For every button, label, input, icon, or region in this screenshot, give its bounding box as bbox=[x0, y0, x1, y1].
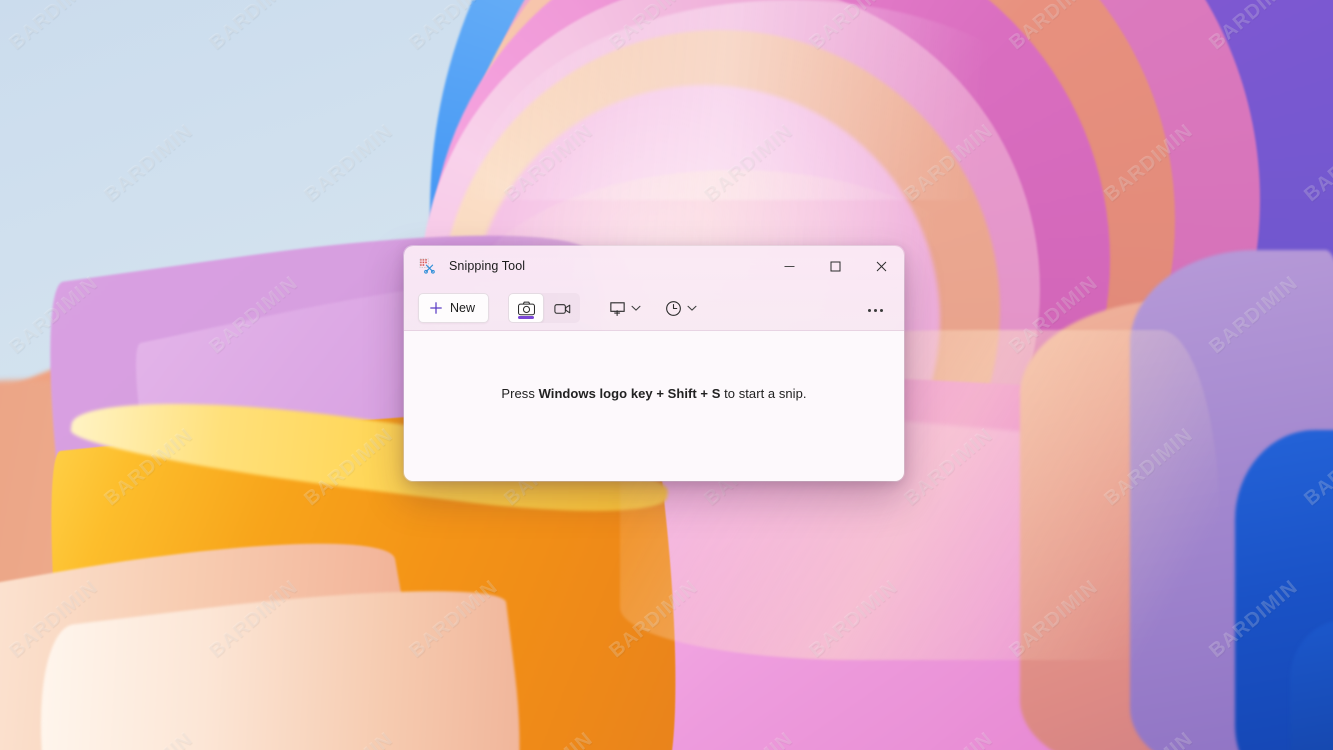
toolbar: New bbox=[404, 286, 904, 330]
watermark-text: BARDIMIN bbox=[1205, 0, 1303, 55]
rectangle-snip-icon bbox=[610, 301, 625, 316]
wallpaper-wedge-violet-mid bbox=[560, 450, 1080, 750]
watermark-text: BARDIMIN bbox=[700, 119, 798, 207]
watermark-text: BARDIMIN bbox=[300, 423, 398, 511]
watermark-text: BARDIMIN bbox=[1100, 423, 1198, 511]
watermark-text: BARDIMIN bbox=[405, 575, 503, 663]
watermark-text: BARDIMIN bbox=[1300, 728, 1333, 750]
watermark-text: BARDIMIN bbox=[1100, 119, 1198, 207]
wallpaper-warm-field-2 bbox=[0, 380, 360, 750]
title-bar[interactable]: Snipping Tool bbox=[404, 246, 904, 286]
watermark-text: BARDIMIN bbox=[1005, 271, 1103, 359]
watermark-text: BARDIMIN bbox=[205, 271, 303, 359]
watermark-text: BARDIMIN bbox=[1205, 575, 1303, 663]
wallpaper-band-blue bbox=[1235, 430, 1333, 750]
watermark-text: BARDIMIN bbox=[5, 0, 103, 55]
watermark-text: BARDIMIN bbox=[300, 119, 398, 207]
capture-mode-group bbox=[508, 293, 581, 323]
record-mode-button[interactable] bbox=[544, 293, 580, 323]
watermark-text: BARDIMIN bbox=[1205, 271, 1303, 359]
watermark-text: BARDIMIN bbox=[1100, 728, 1198, 750]
watermark-text: BARDIMIN bbox=[5, 575, 103, 663]
watermark-text: BARDIMIN bbox=[100, 728, 198, 750]
window-chrome: Snipping Tool New bbox=[404, 246, 904, 331]
see-more-button[interactable] bbox=[860, 293, 890, 323]
hint-shortcut: Windows logo key + Shift + S bbox=[538, 386, 721, 401]
new-snip-button-label: New bbox=[450, 301, 476, 315]
close-icon bbox=[876, 261, 886, 271]
snipping-mode-dropdown[interactable] bbox=[602, 293, 646, 323]
wallpaper-band-purple-right bbox=[1130, 250, 1333, 750]
watermark-text: BARDIMIN bbox=[1005, 575, 1103, 663]
snip-hint-text: Press Windows logo key + Shift + S to st… bbox=[501, 386, 806, 401]
watermark-text: BARDIMIN bbox=[1300, 119, 1333, 207]
snipping-tool-window[interactable]: Snipping Tool New Press Windows logo key… bbox=[404, 246, 904, 481]
maximize-icon bbox=[830, 261, 840, 271]
wallpaper-band-blue-2 bbox=[1290, 620, 1333, 750]
desktop[interactable]: BARDIMIN BARDIMIN BARDIMIN BARDIMIN BARDIMIN… bbox=[0, 0, 1333, 750]
watermark-text: BARDIMIN bbox=[1300, 423, 1333, 511]
hint-suffix: to start a snip. bbox=[720, 386, 807, 401]
watermark-text: BARDIMIN bbox=[1005, 0, 1103, 55]
new-snip-button[interactable]: New bbox=[418, 293, 490, 323]
watermark-text: BARDIMIN bbox=[205, 0, 303, 55]
watermark-text: BARDIMIN bbox=[500, 119, 598, 207]
snipping-tool-icon bbox=[419, 258, 435, 274]
watermark-text: BARDIMIN bbox=[405, 0, 503, 55]
selected-mode-indicator bbox=[518, 316, 535, 319]
window-controls bbox=[766, 246, 904, 286]
ellipsis-icon bbox=[866, 299, 884, 317]
chevron-down-icon bbox=[631, 305, 641, 311]
watermark-text: BARDIMIN bbox=[205, 575, 303, 663]
window-title: Snipping Tool bbox=[449, 259, 526, 273]
minimize-icon bbox=[784, 265, 794, 267]
watermark-text: BARDIMIN bbox=[900, 423, 998, 511]
wallpaper-rim-highlight-1 bbox=[470, 0, 1110, 200]
camera-icon bbox=[517, 301, 535, 315]
chevron-down-icon bbox=[687, 305, 697, 311]
watermark-text: BARDIMIN bbox=[805, 575, 903, 663]
wallpaper-petal-cream bbox=[0, 513, 445, 750]
video-camera-icon bbox=[553, 303, 570, 314]
watermark-text: BARDIMIN bbox=[5, 271, 103, 359]
watermark-text: BARDIMIN bbox=[805, 0, 903, 55]
wallpaper-band-salmon bbox=[1020, 300, 1280, 750]
watermark-text: BARDIMIN bbox=[605, 575, 703, 663]
wallpaper-petal-cream-2 bbox=[25, 571, 535, 750]
watermark-text: BARDIMIN bbox=[700, 728, 798, 750]
watermark-text: BARDIMIN bbox=[300, 728, 398, 750]
watermark-text: BARDIMIN bbox=[100, 423, 198, 511]
delay-dropdown[interactable] bbox=[658, 293, 702, 323]
close-button[interactable] bbox=[858, 246, 904, 286]
watermark-text: BARDIMIN bbox=[500, 728, 598, 750]
wallpaper-wedge-dark bbox=[330, 470, 970, 750]
clock-icon bbox=[666, 300, 681, 316]
watermark-text: BARDIMIN bbox=[100, 119, 198, 207]
watermark-text: BARDIMIN bbox=[900, 119, 998, 207]
window-content-area: Press Windows logo key + Shift + S to st… bbox=[404, 331, 904, 481]
watermark-text: BARDIMIN bbox=[605, 0, 703, 55]
plus-icon bbox=[429, 301, 443, 315]
minimize-button[interactable] bbox=[766, 246, 812, 286]
watermark-text: BARDIMIN bbox=[900, 728, 998, 750]
maximize-button[interactable] bbox=[812, 246, 858, 286]
snip-mode-button[interactable] bbox=[508, 293, 545, 323]
hint-prefix: Press bbox=[501, 386, 539, 401]
